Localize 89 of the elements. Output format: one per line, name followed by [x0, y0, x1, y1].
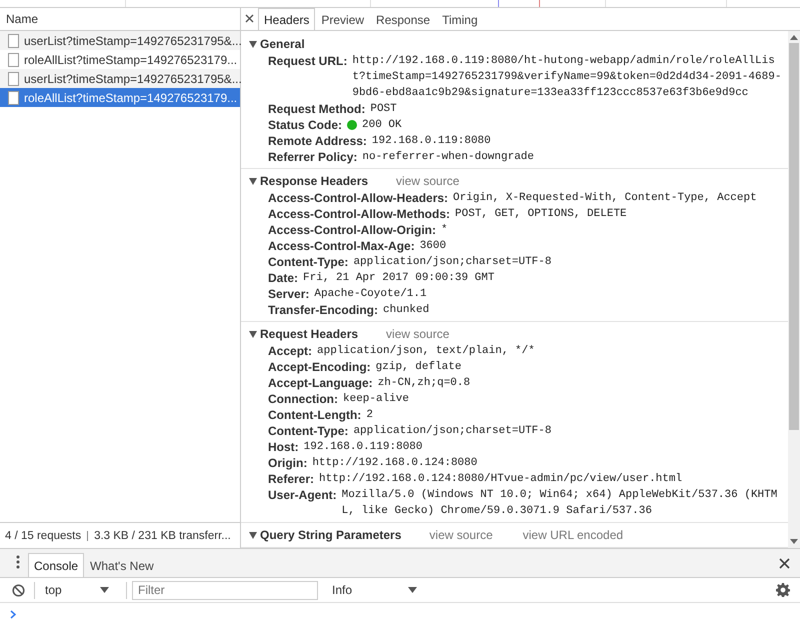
- request-row[interactable]: roleAllList?timeStamp=149276523179...: [0, 88, 240, 107]
- prompt-icon: [10, 610, 16, 619]
- more-menu-icon[interactable]: [16, 555, 20, 569]
- header-name: User-Agent:: [268, 487, 337, 503]
- header-value: application/json;charset=UTF-8: [353, 424, 552, 439]
- context-select[interactable]: top: [37, 583, 117, 597]
- header-value: POST: [370, 102, 397, 117]
- clear-icon[interactable]: [12, 584, 25, 596]
- tab[interactable]: Preview: [315, 8, 370, 30]
- tab[interactable]: Console: [28, 553, 84, 577]
- header-name: Host:: [268, 439, 299, 455]
- header-name: Referrer Policy:: [268, 149, 358, 165]
- request-row[interactable]: roleAllList?timeStamp=149276523179...: [0, 50, 240, 69]
- header-value: http://192.168.0.119:8080/ht-hutong-webapp/admin/role/roleAllList?timeStamp=1492765231799&verifyName=99&token=0d2d4d34-2091-4689-9bd6-ebd8aa1c9b29&signature=133ea33ff123ccc8537e63f3b6e9d9cc: [352, 54, 782, 101]
- header-name: Access-Control-Allow-Methods:: [268, 206, 450, 222]
- tab[interactable]: Timing: [436, 8, 484, 30]
- scroll-down-icon[interactable]: [790, 539, 798, 544]
- view-link[interactable]: view URL encoded: [522, 528, 624, 542]
- level-select[interactable]: Info: [332, 583, 417, 597]
- file-icon: [8, 72, 19, 86]
- request-row[interactable]: userList?timeStamp=1492765231795&...: [0, 69, 240, 88]
- header-value: 3600: [420, 239, 446, 254]
- scrollbar[interactable]: [788, 31, 800, 548]
- header-value: application/json, text/plain, */*: [317, 344, 535, 359]
- header-value: zh-CN,zh;q=0.8: [378, 376, 470, 391]
- header-value: Fri, 21 Apr 2017 09:00:39 GMT: [303, 271, 494, 286]
- header-value: *: [441, 223, 448, 238]
- header-name: Accept-Language:: [268, 375, 373, 391]
- header-name: Access-Control-Allow-Origin:: [268, 222, 436, 238]
- header-value: 192.168.0.119:8080: [304, 440, 422, 455]
- caret-icon: [408, 587, 417, 593]
- request-count: 4 / 15 requests: [5, 530, 82, 542]
- header-name: Referer:: [268, 471, 314, 487]
- header-name: Server:: [268, 286, 310, 302]
- triangle-icon[interactable]: [249, 330, 257, 338]
- header-name: Content-Type:: [268, 423, 348, 439]
- tab[interactable]: Response: [370, 8, 436, 30]
- header-value: http://192.168.0.124:8080/HTvue-admin/pc/view/user.html: [319, 472, 682, 487]
- triangle-icon[interactable]: [249, 532, 257, 538]
- header-name: Date:: [268, 270, 298, 286]
- header-name: Accept-Encoding:: [268, 359, 371, 375]
- header-name: Transfer-Encoding:: [268, 302, 378, 318]
- caret-icon: [100, 587, 109, 593]
- section-title[interactable]: Request Headers: [260, 327, 358, 341]
- header-value: POST, GET, OPTIONS, DELETE: [455, 207, 627, 222]
- header-value: gzip, deflate: [376, 360, 462, 375]
- file-icon: [8, 52, 19, 66]
- scroll-up-icon[interactable]: [790, 35, 798, 40]
- settings-icon[interactable]: [776, 583, 790, 597]
- section-title[interactable]: Query String Parameters: [260, 528, 402, 542]
- triangle-icon[interactable]: [249, 178, 257, 184]
- header-value: Origin, X-Requested-With, Content-Type, Accept: [453, 191, 757, 206]
- header-name: Content-Length:: [268, 407, 362, 423]
- header-name: Content-Type:: [268, 254, 348, 270]
- view-link[interactable]: view source: [386, 327, 450, 341]
- file-icon: [8, 90, 19, 104]
- view-link[interactable]: view source: [396, 174, 460, 188]
- header-value: Apache-Coyote/1.1: [314, 287, 427, 302]
- request-row[interactable]: userList?timeStamp=1492765231795&...: [0, 31, 240, 50]
- header-name: Access-Control-Allow-Headers:: [268, 190, 448, 206]
- header-name: Accept:: [268, 343, 312, 359]
- file-icon: [8, 34, 19, 48]
- section-title[interactable]: Response Headers: [260, 174, 368, 188]
- header-name: Request URL:: [268, 53, 348, 69]
- close-icon[interactable]: [245, 14, 254, 23]
- section-title[interactable]: General: [260, 37, 305, 51]
- close-icon[interactable]: [779, 558, 790, 569]
- header-value: application/json;charset=UTF-8: [353, 255, 552, 270]
- header-name: Origin:: [268, 455, 308, 471]
- header-name: Access-Control-Max-Age:: [268, 238, 415, 254]
- triangle-icon[interactable]: [249, 40, 257, 48]
- view-link[interactable]: view source: [429, 528, 493, 542]
- transfer-size: 3.3 KB / 231 KB transferr...: [94, 530, 231, 542]
- header-value: chunked: [383, 303, 430, 318]
- header-value: 2: [366, 408, 373, 423]
- tab[interactable]: What's New: [84, 553, 160, 577]
- tab[interactable]: Headers: [258, 8, 316, 30]
- header-name: Request Method:: [268, 101, 366, 117]
- scrollbar-thumb[interactable]: [789, 43, 799, 430]
- header-value: Mozilla/5.0 (Windows NT 10.0; Win64; x64) AppleWebKit/537.36 (KHTML, like Gecko) Chrome/59.0.3071.9 Safari/537.36: [342, 488, 778, 519]
- header-name: Remote Address:: [268, 133, 367, 149]
- header-name: Connection:: [268, 391, 338, 407]
- header-name: Status Code:: [268, 117, 342, 133]
- header-value: keep-alive: [343, 392, 410, 407]
- header-value: 200 OK: [362, 118, 402, 133]
- filter-field[interactable]: Filter: [132, 580, 318, 600]
- header-value: no-referrer-when-downgrade: [362, 150, 534, 165]
- header-value: http://192.168.0.124:8080: [312, 456, 478, 471]
- header-value: 192.168.0.119:8080: [372, 134, 491, 149]
